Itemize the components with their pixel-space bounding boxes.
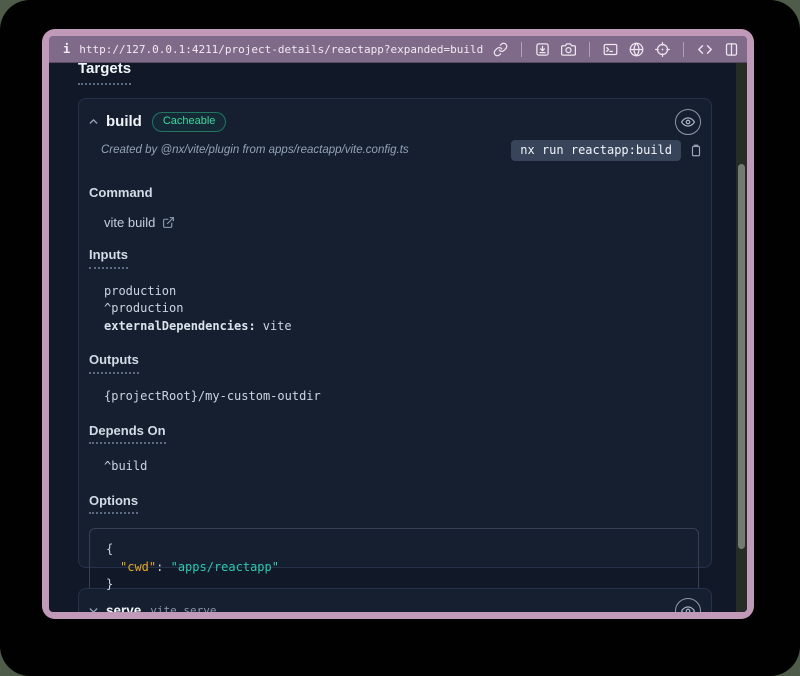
import-icon[interactable]: [535, 42, 550, 57]
project-details-page: Targets build Cacheable Created by @nx/: [49, 63, 736, 612]
toolbar-separator: [589, 42, 590, 57]
code-key: "cwd": [120, 560, 156, 574]
browser-toolbar: i http://127.0.0.1:4211/project-details/…: [49, 36, 747, 63]
external-link-icon: [162, 216, 175, 229]
code-value: "apps/reactapp": [171, 560, 279, 574]
scrollbar-thumb[interactable]: [738, 164, 745, 549]
outputs-section-label: Outputs: [89, 352, 699, 374]
globe-icon[interactable]: [629, 42, 644, 57]
output-item: {projectRoot}/my-custom-outdir: [104, 388, 699, 406]
build-meta-row: Created by @nx/vite/plugin from apps/rea…: [79, 135, 711, 173]
command-section-label: Command: [89, 185, 699, 201]
depends-on-item: ^build: [104, 458, 699, 476]
run-command-chip[interactable]: nx run reactapp:build: [511, 140, 681, 161]
serve-command-text: vite serve: [150, 604, 216, 612]
depends-on-section-label: Depends On: [89, 423, 699, 445]
copy-icon[interactable]: [689, 143, 703, 158]
toolbar-icon-group: [493, 42, 739, 57]
outputs-list: {projectRoot}/my-custom-outdir: [104, 388, 699, 406]
toolbar-separator: [683, 42, 684, 57]
options-label[interactable]: Options: [89, 493, 138, 515]
input-item: ^production: [104, 300, 699, 318]
chevron-up-icon[interactable]: [87, 115, 100, 128]
build-card-header[interactable]: build Cacheable: [79, 99, 711, 135]
input-value: vite: [263, 319, 292, 333]
columns-icon[interactable]: [724, 42, 739, 57]
build-card-body: Command vite build Inputs production ^pr…: [79, 173, 711, 612]
code-sep: :: [156, 560, 163, 574]
toolbar-separator: [521, 42, 522, 57]
inputs-section-label: Inputs: [89, 247, 699, 269]
target-name: build: [106, 113, 142, 130]
info-icon[interactable]: i: [63, 42, 70, 56]
camera-icon[interactable]: [561, 42, 576, 57]
target-card-build: build Cacheable Created by @nx/vite/plug…: [78, 98, 712, 568]
chevron-down-icon[interactable]: [87, 604, 100, 612]
crosshair-icon[interactable]: [655, 42, 670, 57]
address-url: http://127.0.0.1:4211/project-details/re…: [79, 43, 483, 56]
inputs-label[interactable]: Inputs: [89, 247, 128, 269]
code-line: "cwd": "apps/reactapp": [106, 559, 682, 577]
scrollbar-track[interactable]: [736, 63, 747, 612]
created-by-text: Created by @nx/vite/plugin from apps/rea…: [101, 144, 409, 156]
browser-window: i http://127.0.0.1:4211/project-details/…: [42, 29, 754, 619]
cacheable-badge: Cacheable: [152, 112, 227, 132]
targets-heading-label[interactable]: Targets: [78, 63, 131, 85]
inputs-list: production ^production externalDependenc…: [104, 283, 699, 336]
link-icon[interactable]: [493, 42, 508, 57]
input-key: externalDependencies:: [104, 319, 256, 333]
command-value: vite build: [104, 215, 155, 230]
command-value-link[interactable]: vite build: [104, 215, 699, 230]
depends-on-list: ^build: [104, 458, 699, 476]
code-line: {: [106, 541, 682, 559]
target-name: serve: [106, 603, 141, 612]
eye-icon[interactable]: [675, 598, 701, 612]
targets-heading: Targets: [78, 63, 712, 85]
options-section-label: Options: [89, 493, 699, 515]
code-icon[interactable]: [697, 42, 713, 57]
target-card-serve: serve vite serve: [78, 588, 712, 612]
input-item: production: [104, 283, 699, 301]
page-viewport: Targets build Cacheable Created by @nx/: [49, 63, 747, 612]
input-item: externalDependencies: vite: [104, 318, 699, 336]
outputs-label[interactable]: Outputs: [89, 352, 139, 374]
serve-card-header[interactable]: serve vite serve: [79, 589, 711, 612]
depends-on-label[interactable]: Depends On: [89, 423, 166, 445]
terminal-icon[interactable]: [603, 42, 618, 57]
eye-icon[interactable]: [675, 109, 701, 135]
